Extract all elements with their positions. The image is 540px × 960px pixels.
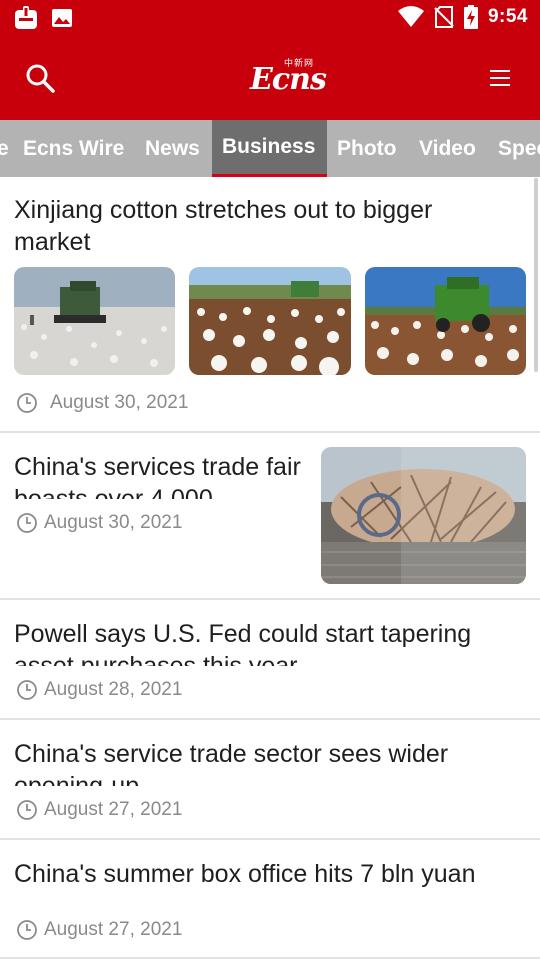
article-date: August 30, 2021 <box>50 392 189 413</box>
article-date-row: August 27, 2021 <box>16 799 182 821</box>
app-notification-icon <box>15 6 37 29</box>
tab-video[interactable]: Video <box>419 120 476 177</box>
article-title: Powell says U.S. Fed could start taperin… <box>14 620 472 666</box>
app-header: 中新网 Ecns <box>0 36 540 120</box>
article-title: China's services trade fair boasts over … <box>14 453 301 499</box>
status-bar: 9:54 <box>0 0 540 36</box>
tab-business[interactable]: Business <box>212 120 327 177</box>
article-date-row: August 30, 2021 <box>16 512 182 534</box>
divider <box>0 957 540 959</box>
article-thumbnail <box>189 267 351 375</box>
status-time: 9:54 <box>487 6 528 27</box>
article-thumbnail <box>321 447 526 584</box>
wifi-icon <box>397 6 424 27</box>
article-date: August 28, 2021 <box>44 679 183 700</box>
tab-partial-left[interactable]: e <box>0 120 9 177</box>
divider <box>0 431 540 433</box>
app-logo[interactable]: 中新网 Ecns <box>250 56 330 100</box>
menu-icon[interactable] <box>482 62 518 94</box>
article-date-row: August 28, 2021 <box>16 679 182 701</box>
tab-photo[interactable]: Photo <box>337 120 396 177</box>
category-tab-bar[interactable]: e Ecns Wire News Business Photo Video Sp… <box>0 120 540 177</box>
clock-icon <box>17 513 37 533</box>
article-date-row: August 30, 2021 <box>16 392 188 414</box>
article-title: Xinjiang cotton stretches out to bigger … <box>14 196 433 256</box>
clock-icon <box>17 800 37 820</box>
divider <box>0 598 540 600</box>
article-date-row: August 27, 2021 <box>16 919 182 941</box>
article-thumbnail <box>14 267 175 375</box>
article-title: China's service trade sector sees wider … <box>14 740 449 786</box>
divider <box>0 718 540 720</box>
clock-icon <box>17 393 37 413</box>
tab-ecns-wire[interactable]: Ecns Wire <box>23 120 124 177</box>
article-title: China's summer box office hits 7 bln yua… <box>14 860 476 888</box>
clock-icon <box>17 680 37 700</box>
divider <box>0 838 540 840</box>
search-icon[interactable] <box>22 60 58 96</box>
article-date: August 27, 2021 <box>44 919 183 940</box>
logo-text: Ecns <box>250 62 327 97</box>
battery-charging-icon <box>463 5 478 29</box>
tab-special[interactable]: Spec <box>498 120 540 177</box>
article-date: August 30, 2021 <box>44 512 183 533</box>
scrollbar[interactable] <box>534 178 538 372</box>
tab-news[interactable]: News <box>145 120 200 177</box>
clock-icon <box>17 920 37 940</box>
article-date: August 27, 2021 <box>44 799 183 820</box>
no-sim-icon <box>434 6 454 28</box>
image-notification-icon <box>52 9 72 27</box>
article-thumbnail <box>365 267 526 375</box>
